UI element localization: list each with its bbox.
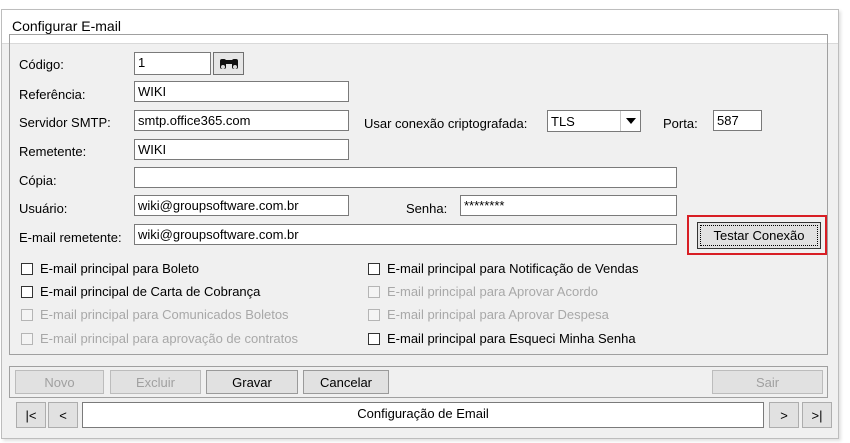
checkbox-box (368, 308, 380, 321)
smtp-input[interactable]: smtp.office365.com (134, 110, 349, 131)
nav-first-button[interactable]: |< (16, 402, 46, 428)
senha-input[interactable]: ******** (460, 195, 677, 216)
checkbox-label: E-mail principal para aprovação de contr… (40, 331, 298, 346)
email-remetente-label: E-mail remetente: (19, 230, 122, 245)
test-connection-button[interactable]: Testar Conexão (697, 222, 821, 249)
usuario-label: Usuário: (19, 201, 68, 216)
checkbox-comunicados-boletos: E-mail principal para Comunicados Boleto… (21, 307, 289, 322)
checkbox-aprovacao-contratos: E-mail principal para aprovação de contr… (21, 331, 298, 346)
smtp-label: Servidor SMTP: (19, 115, 111, 130)
checkbox-box[interactable] (21, 262, 33, 275)
checkbox-label: E-mail principal de Carta de Cobrança (40, 284, 261, 299)
window-title: Configurar E-mail (12, 18, 121, 34)
remetente-label: Remetente: (19, 144, 87, 159)
usuario-input[interactable]: wiki@groupsoftware.com.br (134, 195, 349, 216)
checkbox-box (368, 285, 380, 298)
checkbox-label: E-mail principal para Notificação de Ven… (387, 261, 639, 276)
porta-label: Porta: (663, 116, 698, 131)
checkbox-label: E-mail principal para Comunicados Boleto… (40, 307, 289, 322)
nav-next-button[interactable]: > (769, 402, 799, 428)
checkbox-label: E-mail principal para Aprovar Acordo (387, 284, 598, 299)
cancelar-button[interactable]: Cancelar (303, 370, 389, 394)
find-button[interactable] (213, 52, 244, 75)
copia-input[interactable] (134, 167, 677, 188)
record-status: Configuração de Email (82, 402, 764, 428)
checkbox-box (21, 308, 33, 321)
checkbox-esqueci-senha[interactable]: E-mail principal para Esqueci Minha Senh… (368, 331, 636, 346)
checkbox-box (21, 332, 33, 345)
checkbox-box[interactable] (368, 262, 380, 275)
checkbox-label: E-mail principal para Aprovar Despesa (387, 307, 609, 322)
porta-input[interactable]: 587 (713, 110, 762, 131)
crypto-label: Usar conexão criptografada: (364, 116, 528, 131)
checkbox-aprovar-despesa: E-mail principal para Aprovar Despesa (368, 307, 609, 322)
checkbox-box[interactable] (21, 285, 33, 298)
senha-label: Senha: (406, 201, 448, 216)
sair-button[interactable]: Sair (712, 370, 823, 394)
checkbox-notificacao-vendas[interactable]: E-mail principal para Notificação de Ven… (368, 261, 638, 276)
copia-label: Cópia: (19, 173, 57, 188)
checkbox-box[interactable] (368, 332, 380, 345)
referencia-label: Referência: (19, 87, 86, 102)
crypto-select[interactable]: TLS (547, 110, 641, 132)
checkbox-label: E-mail principal para Boleto (40, 261, 199, 276)
checkbox-label: E-mail principal para Esqueci Minha Senh… (387, 331, 636, 346)
checkbox-boleto[interactable]: E-mail principal para Boleto (21, 261, 199, 276)
nav-last-button[interactable]: >| (802, 402, 832, 428)
gravar-button[interactable]: Gravar (206, 370, 298, 394)
chevron-down-icon[interactable] (620, 111, 640, 131)
codigo-input[interactable]: 1 (134, 52, 211, 75)
codigo-label: Código: (19, 57, 64, 72)
novo-button[interactable]: Novo (15, 370, 104, 394)
checkbox-aprovar-acordo: E-mail principal para Aprovar Acordo (368, 284, 598, 299)
checkbox-carta-cobranca[interactable]: E-mail principal de Carta de Cobrança (21, 284, 260, 299)
email-remetente-input[interactable]: wiki@groupsoftware.com.br (134, 224, 677, 245)
crypto-select-value: TLS (551, 114, 575, 129)
remetente-input[interactable]: WIKI (134, 139, 349, 160)
binoculars-icon (219, 58, 238, 69)
excluir-button[interactable]: Excluir (110, 370, 201, 394)
referencia-input[interactable]: WIKI (134, 81, 349, 102)
nav-prev-button[interactable]: < (48, 402, 78, 428)
